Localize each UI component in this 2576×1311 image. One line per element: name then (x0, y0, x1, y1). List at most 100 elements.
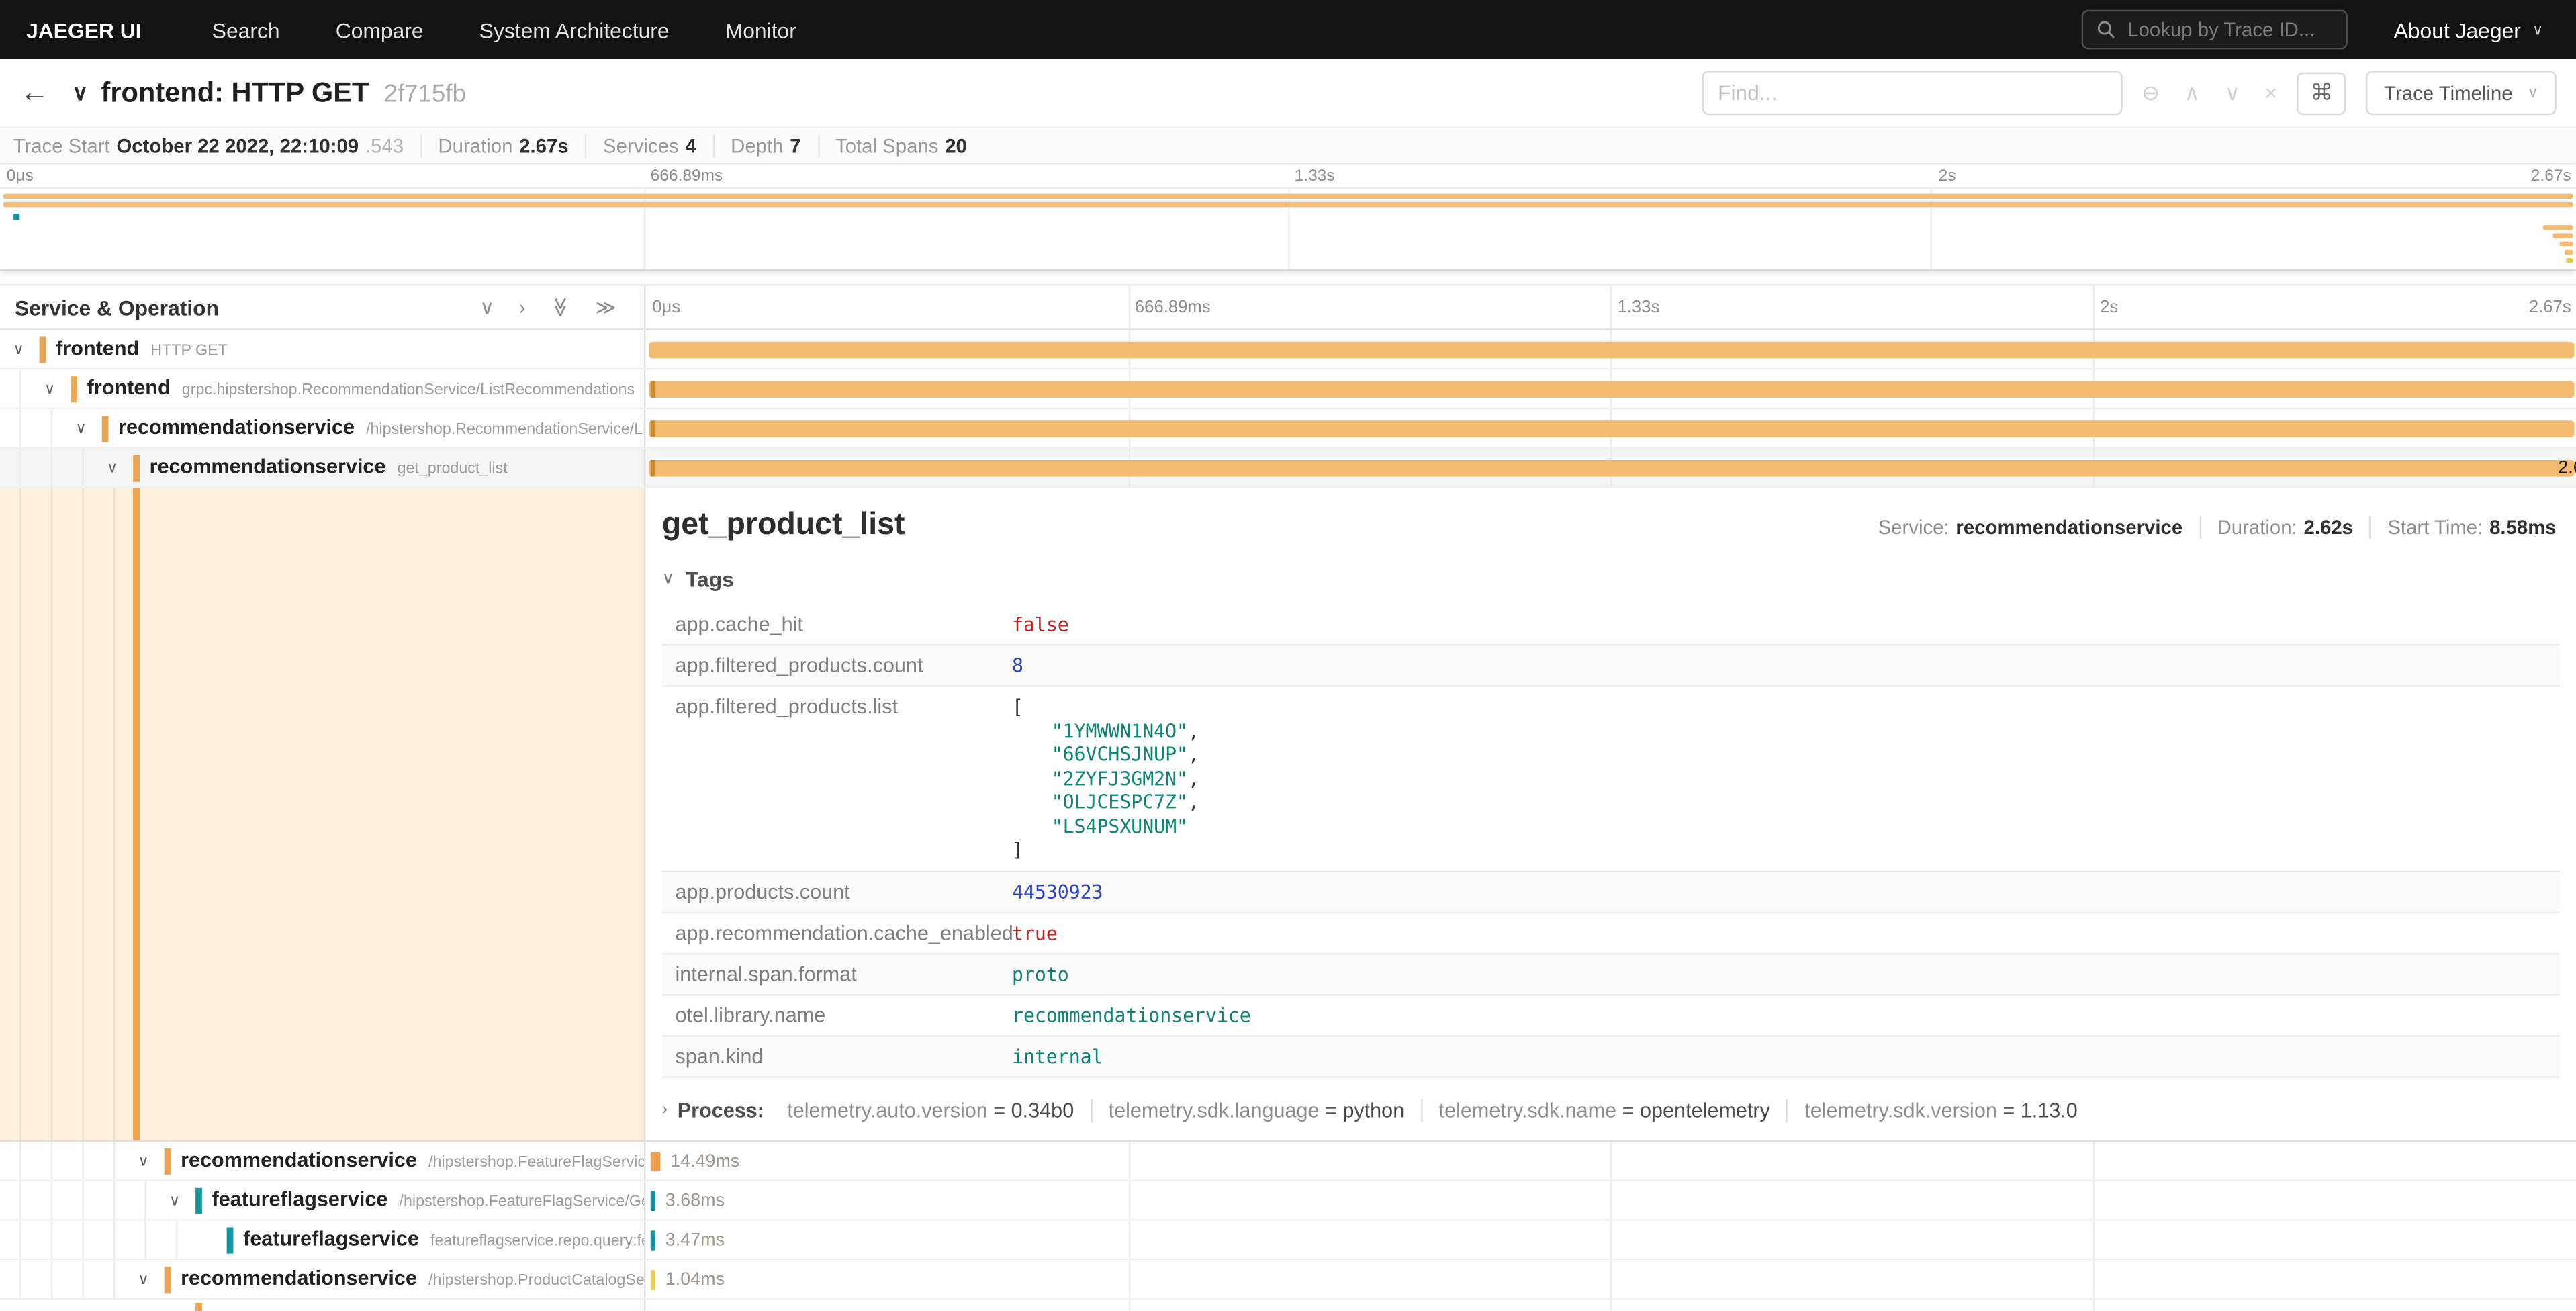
span-row-timeline-cell[interactable]: 1.04ms (645, 1260, 2576, 1300)
process-section-toggle[interactable]: › Process: telemetry.auto.version = 0.34… (662, 1098, 2560, 1121)
trace-lookup-input[interactable] (2127, 18, 2333, 41)
span-row[interactable]: featureflagservicefeatureflagservice.rep… (0, 1221, 2576, 1261)
row-collapse-icon[interactable]: ∨ (138, 1152, 149, 1170)
row-collapse-icon[interactable]: ∨ (13, 340, 24, 358)
find-prev-icon[interactable]: ∧ (2184, 82, 2200, 103)
span-row-timeline-cell[interactable]: 14.49ms (645, 1142, 2576, 1181)
span-row[interactable]: ∨featureflagservice/hipstershop.FeatureF… (0, 1181, 2576, 1221)
circle-minus-icon[interactable]: ⊖ (2142, 82, 2160, 103)
about-menu[interactable]: About Jaeger ∨ (2394, 17, 2543, 42)
span-row-label-cell[interactable]: ∨recommendationservice/hipstershop.Produ… (0, 1260, 645, 1300)
expand-all-icon[interactable]: ≫ (596, 298, 616, 317)
span-row-label-cell[interactable]: ∨featureflagservice/hipstershop.FeatureF… (0, 1181, 645, 1221)
span-row-label-cell[interactable]: ∨recommendationservice/hipstershop.Featu… (0, 1142, 645, 1181)
indent-guide (19, 488, 21, 1140)
summary-suffix: .543 (365, 134, 404, 156)
span-row-label-cell[interactable]: ∨frontendgrpc.hipstershop.Recommendation… (0, 369, 645, 409)
tag-row: app.recommendation.cache_enabledtrue (662, 912, 2560, 953)
row-collapse-icon[interactable]: ∨ (169, 1191, 180, 1210)
row-collapse-icon[interactable]: ∨ (107, 459, 118, 477)
trace-view-selector[interactable]: Trace Timeline ∨ (2366, 71, 2556, 115)
minimap-span-line (2565, 250, 2573, 255)
summary-label: Trace Start (13, 134, 110, 156)
process-kv: telemetry.sdk.version = 1.13.0 (1788, 1098, 2094, 1121)
collapse-one-icon[interactable]: ∨ (480, 298, 495, 317)
span-bar[interactable] (649, 381, 2574, 398)
tag-row: app.products.count44530923 (662, 871, 2560, 912)
span-row[interactable]: ∨recommendationserviceget_product_list2.… (0, 449, 2576, 488)
json-list-item: "1YMWWN1N4O", (1012, 719, 2546, 742)
span-row-timeline-cell[interactable] (645, 330, 2576, 370)
tag-value: internal (999, 1035, 2559, 1076)
operation-name: get_product_list (398, 457, 508, 480)
span-row-timeline-cell[interactable] (645, 409, 2576, 449)
trace-title-text: frontend: HTTP GET (101, 77, 369, 107)
find-next-icon[interactable]: ∨ (2225, 82, 2240, 103)
operation-name: HTTP GET (150, 339, 228, 362)
partial-span-row[interactable] (0, 1300, 2576, 1311)
keyboard-shortcuts-button[interactable]: ⌘ (2297, 71, 2346, 114)
span-bar[interactable] (651, 1270, 655, 1290)
process-kv: telemetry.auto.version = 0.34b0 (771, 1098, 1092, 1121)
span-row-timeline-cell[interactable]: 2.62s (645, 449, 2576, 488)
nav-items: SearchCompareSystem ArchitectureMonitor (184, 0, 824, 59)
row-collapse-icon[interactable]: ∨ (44, 379, 55, 398)
span-row[interactable]: ∨recommendationservice/hipstershop.Produ… (0, 1260, 2576, 1300)
json-string: "2ZYFJ3GM2N" (1052, 766, 1188, 789)
tag-value: false (999, 604, 2559, 645)
span-row[interactable]: ∨frontendgrpc.hipstershop.Recommendation… (0, 369, 2576, 409)
nav-item-search[interactable]: Search (184, 17, 308, 42)
summary-label: Duration (438, 134, 512, 156)
span-bar[interactable] (651, 1152, 661, 1171)
span-bar[interactable] (649, 420, 2574, 437)
tag-key: app.products.count (662, 871, 999, 912)
nav-item-compare[interactable]: Compare (308, 17, 451, 42)
span-row[interactable]: ∨recommendationservice/hipstershop.Featu… (0, 1142, 2576, 1181)
span-bar[interactable] (649, 460, 2574, 476)
collapse-all-icon[interactable]: ≫ (550, 298, 571, 317)
span-row-label-cell[interactable]: ∨recommendationserviceget_product_list (0, 449, 645, 488)
span-row-timeline-cell[interactable] (645, 369, 2576, 409)
span-row[interactable]: ∨recommendationservice/hipstershop.Recom… (0, 409, 2576, 449)
span-detail-row: get_product_list Service:recommendations… (0, 488, 2576, 1142)
indent-guide (144, 1181, 146, 1219)
tags-section-toggle[interactable]: ∨ Tags (662, 567, 2560, 592)
detail-meta-item: Start Time:8.58ms (2371, 516, 2560, 539)
json-string: "LS4PSXUNUM" (1052, 814, 1188, 837)
timeline-tick: 0μs (0, 168, 34, 186)
indent-guide (82, 1260, 83, 1298)
expand-one-icon[interactable]: › (519, 298, 526, 317)
span-row-label-cell[interactable]: featureflagservicefeatureflagservice.rep… (0, 1221, 645, 1261)
span-row-timeline-cell[interactable]: 3.47ms (645, 1221, 2576, 1261)
tag-key: internal.span.format (662, 953, 999, 994)
minimap-canvas[interactable] (0, 187, 2576, 269)
span-row-timeline-cell[interactable]: 3.68ms (645, 1181, 2576, 1221)
row-collapse-icon[interactable]: ∨ (76, 419, 87, 437)
span-bar[interactable] (649, 342, 2574, 358)
detail-meta-value: 2.62s (2304, 516, 2353, 539)
nav-item-system-architecture[interactable]: System Architecture (451, 17, 697, 42)
find-input[interactable] (1702, 71, 2122, 115)
span-bar[interactable] (651, 1191, 655, 1211)
indent-guide (113, 1221, 115, 1259)
span-row-label-cell[interactable]: ∨frontendHTTP GET (0, 330, 645, 370)
detail-left-gutter (0, 488, 645, 1140)
span-row-label-cell[interactable]: ∨recommendationservice/hipstershop.Recom… (0, 409, 645, 449)
service-name: recommendationservice (181, 1148, 417, 1171)
row-collapse-icon[interactable]: ∨ (138, 1270, 149, 1288)
tags-table: app.cache_hitfalseapp.filtered_products.… (662, 604, 2560, 1077)
detail-meta-label: Duration: (2217, 516, 2297, 539)
json-list-item: "2ZYFJ3GM2N", (1012, 766, 2546, 790)
span-row[interactable]: ∨frontendHTTP GET (0, 330, 2576, 370)
service-name: recommendationservice (181, 1266, 417, 1289)
trace-lookup[interactable] (2082, 10, 2348, 50)
app-logo[interactable]: JAEGER UI (26, 17, 141, 42)
span-bar[interactable] (651, 1230, 655, 1250)
trace-collapse-icon[interactable]: ∨ (73, 80, 88, 106)
chevron-down-icon: ∨ (2532, 21, 2543, 39)
back-button[interactable]: ← (19, 76, 68, 110)
timeline-tick: 2.67s (2531, 168, 2571, 186)
clear-find-icon[interactable]: × (2265, 82, 2278, 103)
nav-item-monitor[interactable]: Monitor (697, 17, 824, 42)
indent-guide (51, 1181, 52, 1219)
